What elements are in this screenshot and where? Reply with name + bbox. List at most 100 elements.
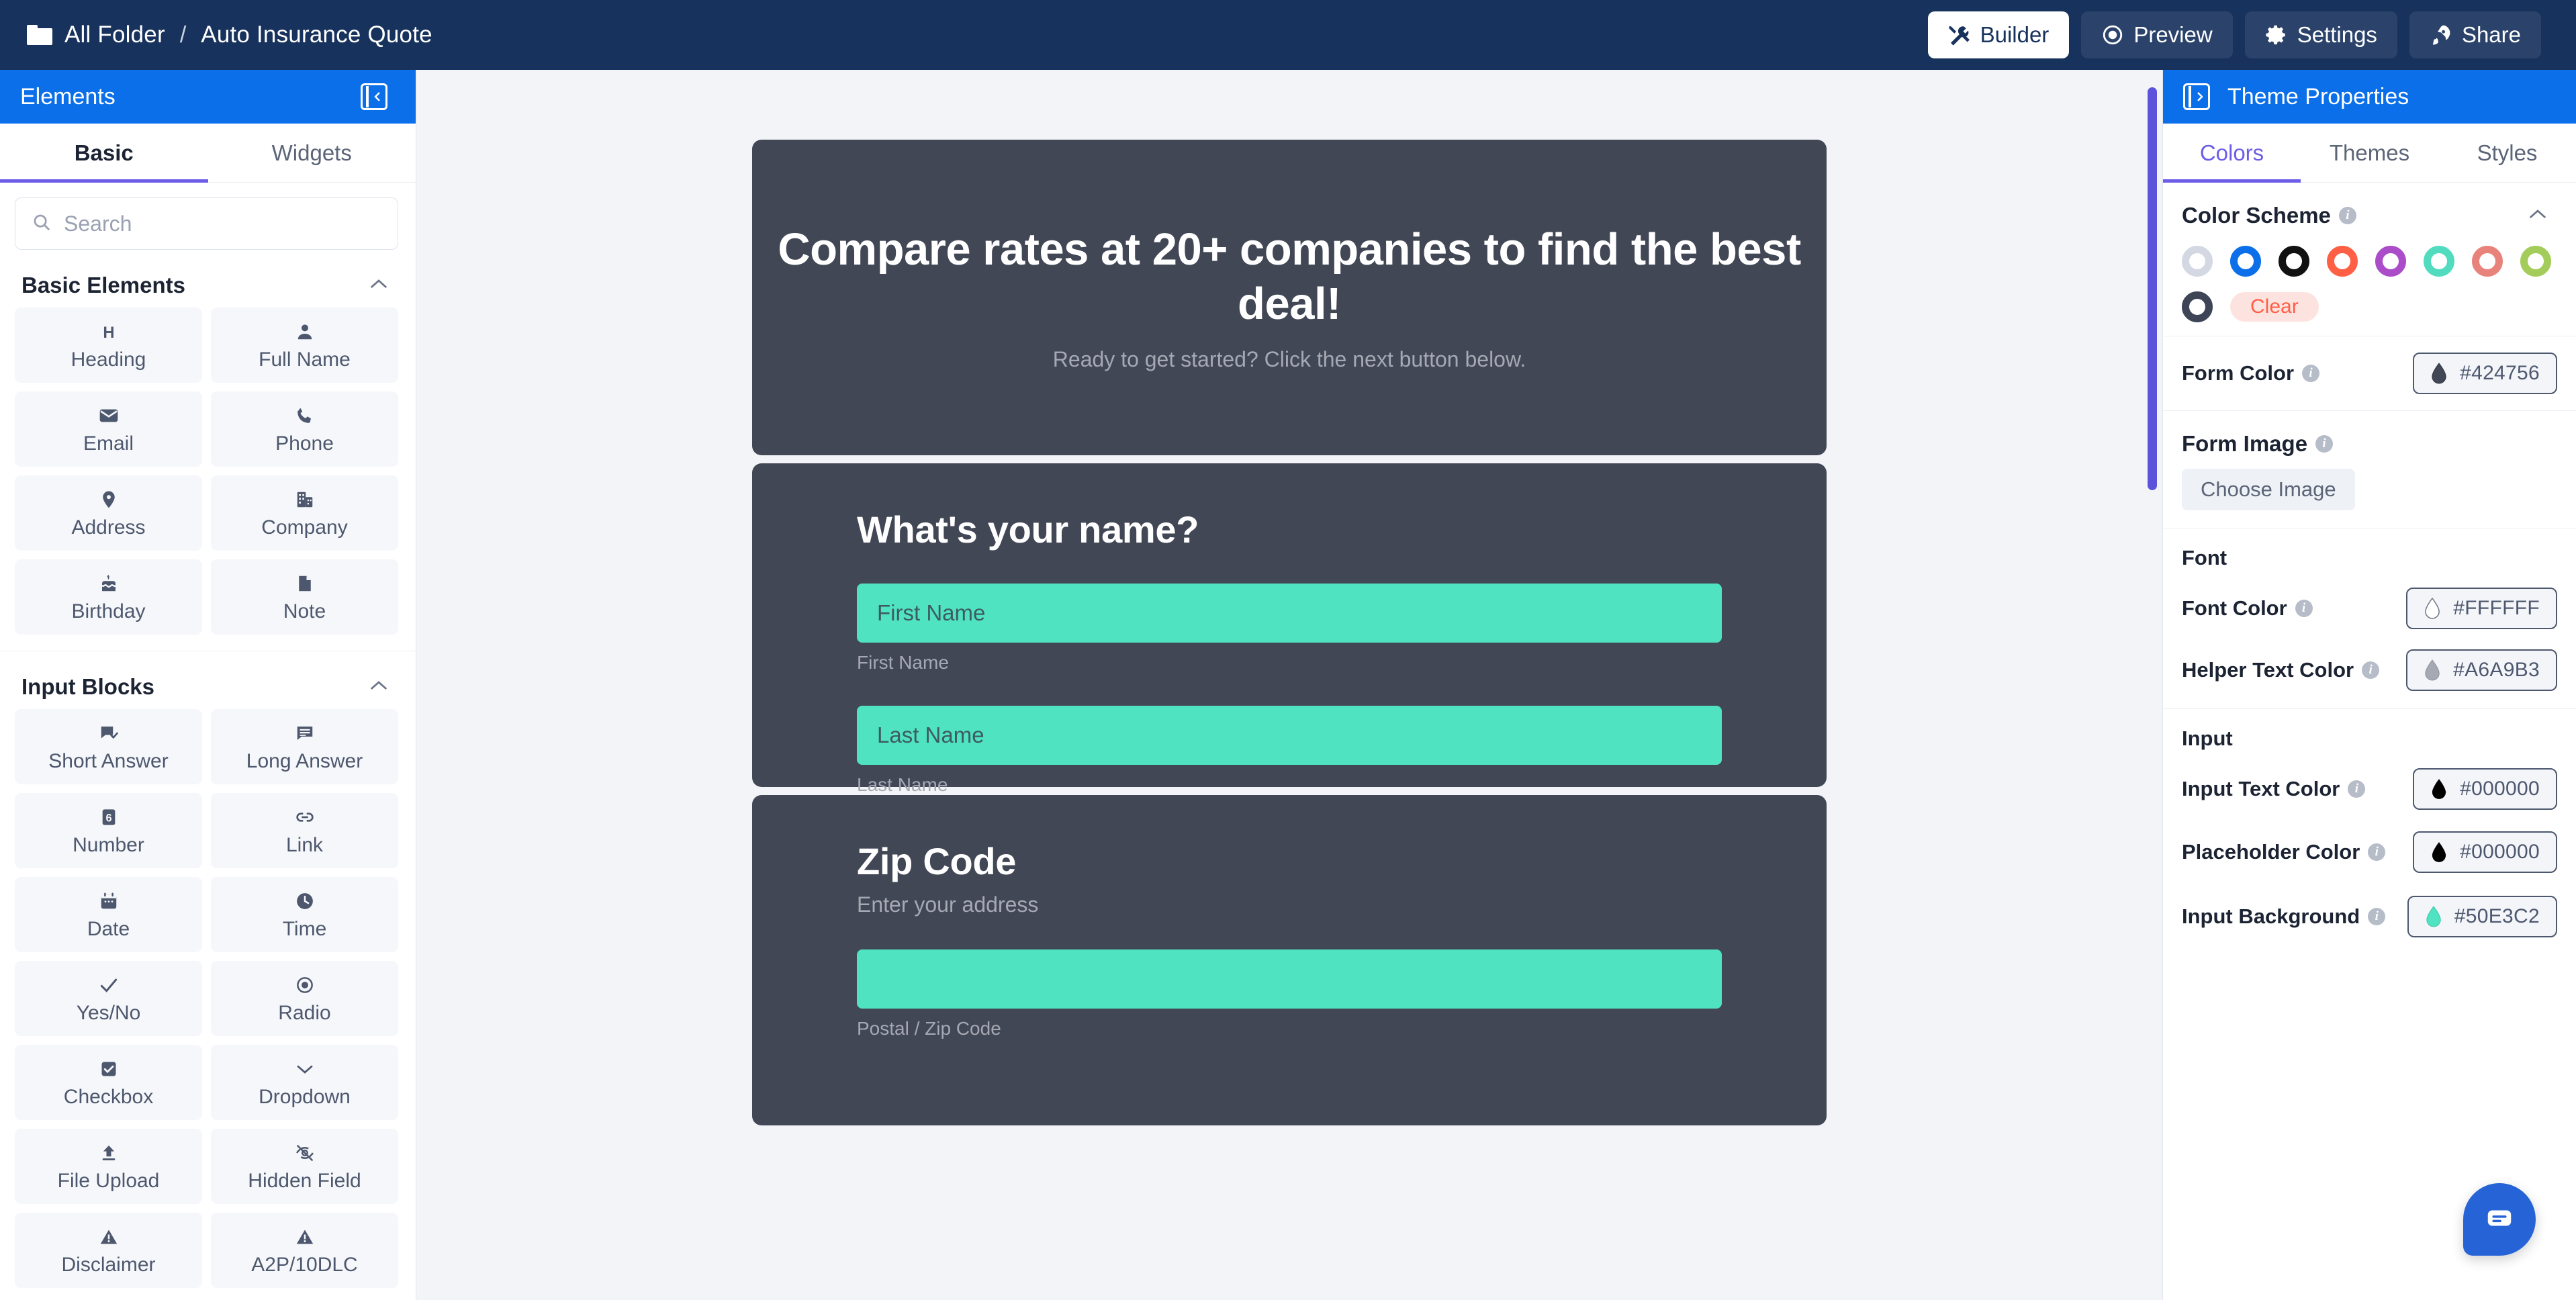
- color-scheme-title: Color Scheme: [2182, 203, 2331, 228]
- form-card-name[interactable]: What's your name? First Name First Name …: [752, 463, 1827, 795]
- search-box[interactable]: [15, 197, 398, 250]
- checkbox-checked-icon: [99, 1057, 118, 1081]
- element-disclaimer[interactable]: Disclaimer: [15, 1213, 202, 1288]
- share-button[interactable]: Share: [2409, 11, 2541, 58]
- form-color-row: Form Color i #424756: [2163, 336, 2576, 410]
- settings-button[interactable]: Settings: [2244, 11, 2397, 58]
- color-swatch-8[interactable]: [2182, 291, 2213, 322]
- element-address[interactable]: Address: [15, 475, 202, 551]
- cake-icon: [99, 571, 119, 596]
- element-note[interactable]: Note: [211, 559, 398, 635]
- choose-image-button[interactable]: Choose Image: [2182, 469, 2355, 510]
- color-swatch-3[interactable]: [2327, 246, 2358, 277]
- element-long-answer[interactable]: Long Answer: [211, 709, 398, 784]
- element-date[interactable]: Date: [15, 877, 202, 952]
- element-radio[interactable]: Radio: [211, 961, 398, 1036]
- document-icon: [295, 571, 315, 596]
- input-background-chip[interactable]: #50E3C2: [2407, 896, 2557, 937]
- preview-button[interactable]: Preview: [2081, 11, 2233, 58]
- section-header-basic-elements: Basic Elements: [0, 250, 416, 308]
- element-heading[interactable]: H Heading: [15, 308, 202, 383]
- element-number-label: Number: [73, 833, 144, 856]
- first-name-input[interactable]: First Name: [857, 584, 1722, 643]
- helper-text-color-chip[interactable]: #A6A9B3: [2406, 649, 2557, 691]
- element-link[interactable]: Link: [211, 793, 398, 868]
- info-icon-font-color[interactable]: i: [2295, 600, 2313, 617]
- elements-sidebar: Elements Basic Widgets Search Basic Elem…: [0, 70, 416, 1300]
- sidebar-title: Elements: [20, 83, 116, 109]
- element-phone[interactable]: Phone: [211, 391, 398, 467]
- element-file-upload-label: File Upload: [57, 1169, 160, 1192]
- element-birthday[interactable]: Birthday: [15, 559, 202, 635]
- info-icon-form-image[interactable]: i: [2315, 435, 2334, 453]
- info-icon-input-text-color[interactable]: i: [2348, 780, 2366, 798]
- tab-styles-label: Styles: [2477, 140, 2538, 165]
- chat-widget-button[interactable]: [2463, 1183, 2536, 1256]
- canvas-scrollbar[interactable]: [2145, 70, 2160, 1300]
- breadcrumb-root[interactable]: All Folder: [64, 21, 165, 48]
- chevron-up-icon-color-scheme[interactable]: [2528, 207, 2548, 224]
- color-swatch-7[interactable]: [2520, 246, 2551, 277]
- search-input[interactable]: [64, 211, 381, 236]
- input-block-label: Input: [2182, 727, 2233, 750]
- element-a2p-10dlc[interactable]: A2P/10DLC: [211, 1213, 398, 1288]
- element-short-answer[interactable]: Short Answer: [15, 709, 202, 784]
- element-time[interactable]: Time: [211, 877, 398, 952]
- element-link-label: Link: [285, 833, 324, 856]
- panel-expand-right-icon[interactable]: [2183, 83, 2210, 110]
- info-icon-helper-text-color[interactable]: i: [2362, 661, 2380, 679]
- color-swatch-0[interactable]: [2182, 246, 2213, 277]
- envelope-icon: [98, 404, 120, 428]
- info-icon-placeholder-color[interactable]: i: [2368, 843, 2386, 861]
- info-icon-input-background[interactable]: i: [2368, 908, 2386, 925]
- clear-color-scheme-button[interactable]: Clear: [2230, 292, 2319, 322]
- last-name-input[interactable]: Last Name: [857, 706, 1722, 765]
- panel-collapse-left-icon[interactable]: [361, 83, 387, 110]
- speech-bubble-check-icon: [99, 721, 119, 745]
- element-hidden-field[interactable]: Hidden Field: [211, 1129, 398, 1204]
- placeholder-color-value: #000000: [2460, 841, 2540, 863]
- placeholder-color-label-wrap: Placeholder Color i: [2182, 840, 2386, 864]
- element-yes-no-label: Yes/No: [76, 1001, 141, 1024]
- placeholder-color-chip[interactable]: #000000: [2413, 831, 2557, 873]
- info-icon-color-scheme[interactable]: i: [2338, 207, 2356, 224]
- color-swatch-5[interactable]: [2424, 246, 2454, 277]
- form-card-zip[interactable]: Zip Code Enter your address Postal / Zip…: [752, 795, 1827, 1125]
- breadcrumb-current[interactable]: Auto Insurance Quote: [201, 21, 432, 48]
- element-file-upload[interactable]: File Upload: [15, 1129, 202, 1204]
- builder-button[interactable]: Builder: [1927, 11, 2070, 58]
- form-card-intro[interactable]: Compare rates at 20+ companies to find t…: [752, 140, 1827, 455]
- form-color-chip[interactable]: #424756: [2413, 353, 2557, 394]
- element-number[interactable]: 6 Number: [15, 793, 202, 868]
- zip-code-input[interactable]: [857, 949, 1722, 1009]
- canvas-scrollbar-thumb[interactable]: [2148, 87, 2157, 490]
- color-swatch-4[interactable]: [2375, 246, 2406, 277]
- svg-text:H: H: [103, 323, 114, 341]
- element-full-name[interactable]: Full Name: [211, 308, 398, 383]
- element-checkbox[interactable]: Checkbox: [15, 1045, 202, 1120]
- placeholder-color-label: Placeholder Color: [2182, 840, 2360, 864]
- info-icon-form-color[interactable]: i: [2302, 365, 2320, 382]
- element-dropdown[interactable]: Dropdown: [211, 1045, 398, 1120]
- element-email[interactable]: Email: [15, 391, 202, 467]
- tab-styles[interactable]: Styles: [2438, 124, 2576, 182]
- color-swatch-6[interactable]: [2472, 246, 2503, 277]
- element-checkbox-label: Checkbox: [63, 1085, 154, 1108]
- element-company[interactable]: Company: [211, 475, 398, 551]
- element-dropdown-label: Dropdown: [259, 1085, 351, 1108]
- color-swatch-2[interactable]: [2279, 246, 2309, 277]
- tab-basic[interactable]: Basic: [0, 124, 208, 183]
- tab-themes[interactable]: Themes: [2301, 124, 2438, 182]
- share-button-label: Share: [2461, 22, 2521, 47]
- color-swatch-1[interactable]: [2230, 246, 2261, 277]
- chevron-up-icon-input-blocks[interactable]: [369, 679, 389, 696]
- element-yes-no[interactable]: Yes/No: [15, 961, 202, 1036]
- chevron-up-icon-basic-elements[interactable]: [369, 277, 389, 294]
- tab-widgets[interactable]: Widgets: [208, 124, 416, 182]
- section-title-basic-elements: Basic Elements: [21, 273, 185, 297]
- element-time-label: Time: [282, 917, 327, 940]
- input-text-color-chip[interactable]: #000000: [2413, 768, 2557, 810]
- font-color-chip[interactable]: #FFFFFF: [2406, 588, 2557, 629]
- tab-colors[interactable]: Colors: [2163, 124, 2301, 183]
- tab-widgets-label: Widgets: [271, 140, 352, 165]
